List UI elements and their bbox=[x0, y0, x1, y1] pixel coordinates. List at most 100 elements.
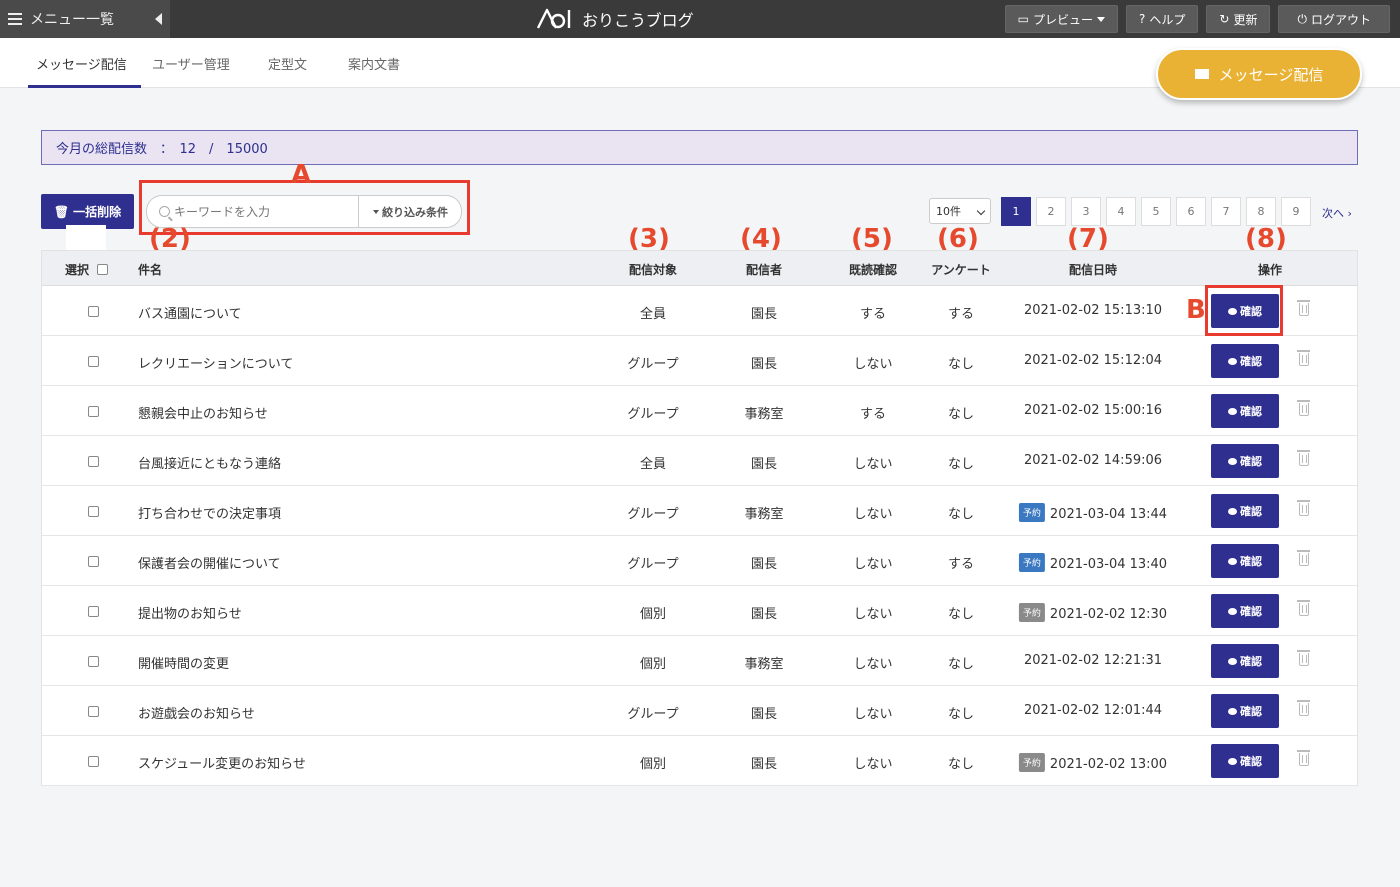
subject-cell[interactable]: レクリエーションについて bbox=[138, 353, 293, 372]
datetime-cell: 予約 2021-02-02 12:30 bbox=[1018, 603, 1167, 622]
target-cell: グループ bbox=[627, 357, 679, 372]
tab-guide-documents[interactable]: 案内文書 bbox=[348, 54, 400, 73]
datetime-cell: 2021-02-02 15:12:04 bbox=[1023, 353, 1163, 368]
confirm-button[interactable]: 確認 bbox=[1211, 494, 1279, 528]
page-7[interactable]: 7 bbox=[1211, 197, 1241, 226]
datetime-cell: 予約 2021-03-04 13:44 bbox=[1018, 503, 1168, 522]
tab-user-management[interactable]: ユーザー管理 bbox=[152, 54, 230, 73]
page-6[interactable]: 6 bbox=[1176, 197, 1206, 226]
collapse-arrow-icon[interactable] bbox=[155, 13, 162, 25]
page-8[interactable]: 8 bbox=[1246, 197, 1276, 226]
trash-icon[interactable] bbox=[1297, 650, 1310, 666]
subject-cell[interactable]: お遊戯会のお知らせ bbox=[138, 703, 255, 722]
preview-button[interactable]: ▭ プレビュー bbox=[1004, 5, 1119, 33]
subject-cell[interactable]: 懇親会中止のお知らせ bbox=[138, 403, 268, 422]
header-survey: アンケート bbox=[931, 263, 991, 277]
pagination: 1 2 3 4 5 6 7 8 9 bbox=[1001, 197, 1311, 226]
page-3[interactable]: 3 bbox=[1071, 197, 1101, 226]
envelope-icon bbox=[1194, 69, 1209, 79]
confirm-label: 確認 bbox=[1240, 605, 1262, 618]
page-1[interactable]: 1 bbox=[1001, 197, 1031, 226]
row-checkbox[interactable] bbox=[88, 406, 99, 417]
row-checkbox[interactable] bbox=[88, 606, 99, 617]
trash-icon[interactable] bbox=[1297, 750, 1310, 766]
trash-icon[interactable] bbox=[1297, 400, 1310, 416]
page-2[interactable]: 2 bbox=[1036, 197, 1066, 226]
subject-cell[interactable]: 提出物のお知らせ bbox=[138, 603, 242, 622]
refresh-button[interactable]: ↻ 更新 bbox=[1206, 5, 1271, 33]
menu-toggle-button[interactable]: メニュー一覧 bbox=[0, 0, 170, 38]
top-bar: メニュー一覧 おりこうブログ ▭ プレビュー ? ヘルプ ↻ 更新 ⏻ ログアウ… bbox=[0, 0, 1400, 38]
row-checkbox[interactable] bbox=[88, 356, 99, 367]
datetime-cell: 2021-02-02 15:00:16 bbox=[1023, 403, 1163, 418]
survey-cell: なし bbox=[947, 457, 975, 472]
per-page-select[interactable]: 10件 bbox=[929, 198, 991, 224]
table-row: スケジュール変更のお知らせ 個別 園長 しない なし 予約 2021-02-02 13:00… bbox=[42, 736, 1357, 786]
trash-icon[interactable] bbox=[1297, 450, 1310, 466]
next-page-link[interactable]: 次へ › bbox=[1322, 205, 1352, 221]
trash-icon[interactable] bbox=[1297, 550, 1310, 566]
row-checkbox[interactable] bbox=[88, 456, 99, 467]
target-cell: グループ bbox=[627, 507, 679, 522]
target-cell: 個別 bbox=[639, 607, 667, 622]
survey-cell: する bbox=[947, 557, 975, 572]
subject-cell[interactable]: 保護者会の開催について bbox=[138, 553, 281, 572]
trash-icon[interactable] bbox=[1297, 500, 1310, 516]
subject-cell[interactable]: 開催時間の変更 bbox=[138, 653, 229, 672]
speech-bubble-icon bbox=[1228, 657, 1237, 665]
hamburger-icon bbox=[8, 13, 22, 25]
datetime-cell: 2021-02-02 12:01:44 bbox=[1023, 703, 1163, 718]
read-check-cell: する bbox=[859, 307, 887, 322]
datetime-value: 2021-03-04 13:44 bbox=[1049, 507, 1168, 522]
target-cell: 全員 bbox=[639, 307, 667, 322]
confirm-button[interactable]: 確認 bbox=[1211, 694, 1279, 728]
row-checkbox[interactable] bbox=[88, 656, 99, 667]
trash-icon[interactable] bbox=[1297, 350, 1310, 366]
row-checkbox[interactable] bbox=[88, 506, 99, 517]
page-9[interactable]: 9 bbox=[1281, 197, 1311, 226]
table-row: 保護者会の開催について グループ 園長 しない する 予約 2021-03-04 13:40… bbox=[42, 536, 1357, 586]
confirm-button[interactable]: 確認 bbox=[1211, 444, 1279, 478]
survey-cell: なし bbox=[947, 357, 975, 372]
schedule-badge: 予約 bbox=[1018, 553, 1045, 572]
confirm-label: 確認 bbox=[1240, 455, 1262, 468]
subject-cell[interactable]: バス通園について bbox=[138, 303, 242, 322]
confirm-button[interactable]: 確認 bbox=[1211, 544, 1279, 578]
confirm-button[interactable]: 確認 bbox=[1211, 744, 1279, 778]
subject-cell[interactable]: 打ち合わせでの決定事項 bbox=[138, 503, 281, 522]
row-checkbox[interactable] bbox=[88, 556, 99, 567]
subject-cell[interactable]: スケジュール変更のお知らせ bbox=[138, 753, 306, 772]
trash-icon[interactable] bbox=[1297, 300, 1310, 316]
row-checkbox[interactable] bbox=[88, 706, 99, 717]
read-check-cell: しない bbox=[853, 357, 893, 372]
target-cell: 個別 bbox=[639, 757, 667, 772]
bulk-delete-button[interactable]: 🗑︎ 一括削除 bbox=[41, 194, 134, 229]
subject-cell[interactable]: 台風接近にともなう連絡 bbox=[138, 453, 281, 472]
page-4[interactable]: 4 bbox=[1106, 197, 1136, 226]
row-checkbox[interactable] bbox=[88, 756, 99, 767]
tab-message-delivery[interactable]: メッセージ配信 bbox=[36, 54, 127, 73]
trash-icon[interactable] bbox=[1297, 600, 1310, 616]
speech-bubble-icon bbox=[1228, 457, 1237, 465]
row-checkbox[interactable] bbox=[88, 306, 99, 317]
confirm-button[interactable]: 確認 bbox=[1211, 394, 1279, 428]
brand-logo[interactable]: おりこうブログ bbox=[536, 4, 694, 34]
confirm-button[interactable]: 確認 bbox=[1211, 344, 1279, 378]
target-cell: グループ bbox=[627, 407, 679, 422]
datetime-cell: 2021-02-02 15:13:10 bbox=[1023, 303, 1163, 318]
sender-cell: 事務室 bbox=[744, 507, 784, 522]
read-check-cell: しない bbox=[853, 557, 893, 572]
trash-icon[interactable] bbox=[1297, 700, 1310, 716]
message-table: 選択 件名 配信対象 配信者 既読確認 アンケート 配信日時 操作 バス通園につ… bbox=[41, 250, 1358, 786]
read-check-cell: する bbox=[859, 407, 887, 422]
confirm-button[interactable]: 確認 bbox=[1211, 644, 1279, 678]
page-5[interactable]: 5 bbox=[1141, 197, 1171, 226]
logout-button[interactable]: ⏻ ログアウト bbox=[1278, 5, 1390, 33]
select-all-checkbox[interactable] bbox=[97, 264, 108, 275]
new-message-button[interactable]: メッセージ配信 bbox=[1156, 48, 1362, 100]
help-button[interactable]: ? ヘルプ bbox=[1126, 5, 1199, 33]
sender-cell: 事務室 bbox=[744, 407, 784, 422]
tab-templates[interactable]: 定型文 bbox=[268, 54, 307, 73]
speech-bubble-icon bbox=[1228, 607, 1237, 615]
confirm-button[interactable]: 確認 bbox=[1211, 594, 1279, 628]
